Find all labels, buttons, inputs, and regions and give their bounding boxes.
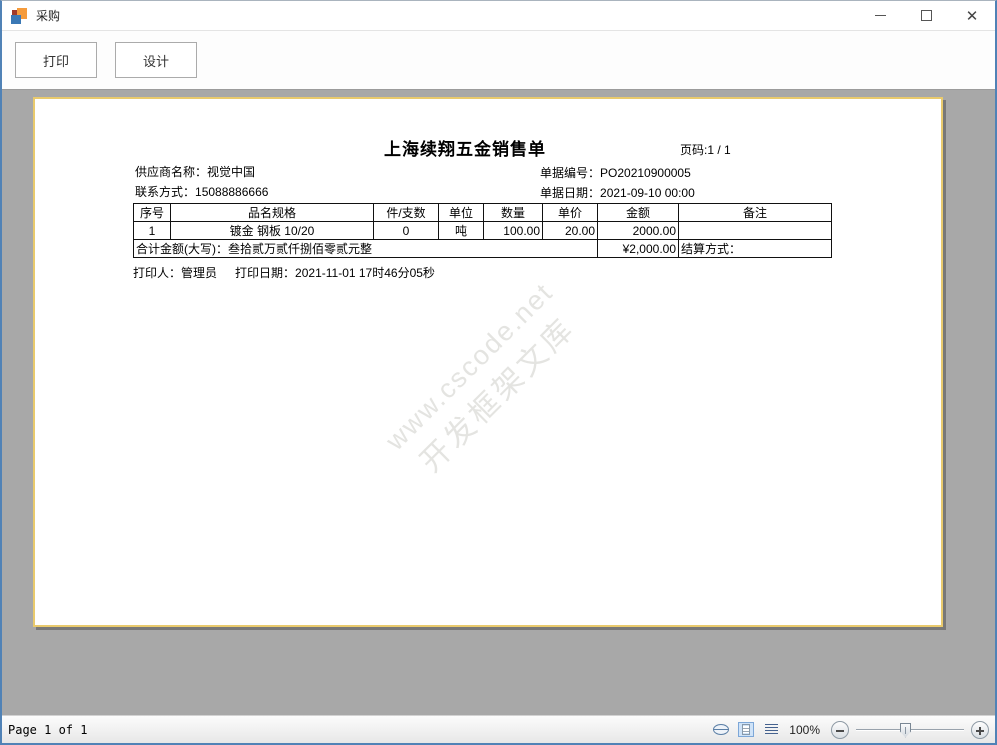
document-content: www.cscode.net 开发框架文库 上海续翔五金销售单 页码:1 / 1… — [35, 99, 941, 625]
supplier-field: 供应商名称：视觉中国 — [135, 163, 255, 180]
print-by-value: 管理员 — [181, 266, 217, 280]
toolbar: 打印 设计 — [2, 31, 995, 90]
window-title: 采购 — [36, 7, 60, 24]
continuous-view-icon — [765, 724, 778, 736]
print-preview-area: www.cscode.net 开发框架文库 上海续翔五金销售单 页码:1 / 1… — [2, 90, 995, 715]
app-logo-icon — [11, 8, 28, 24]
cell-product: 镀金 钢板 10/20 — [171, 222, 374, 240]
items-table: 序号 品名规格 件/支数 单位 数量 单价 金额 备注 1 镀金 钢板 10/2… — [133, 203, 832, 258]
supplier-label: 供应商名称： — [135, 165, 207, 179]
multipage-view-button[interactable] — [712, 722, 730, 738]
doc-date-value: 2021-09-10 00:00 — [600, 186, 695, 200]
table-row: 1 镀金 钢板 10/20 0 吨 100.00 20.00 2000.00 — [134, 222, 832, 240]
print-date-value: 2021-11-01 17时46分05秒 — [295, 266, 435, 280]
col-header-unit: 单位 — [439, 204, 484, 222]
single-page-view-icon — [738, 722, 754, 737]
statusbar-controls: 100% — [712, 721, 991, 739]
cell-seq: 1 — [134, 222, 171, 240]
footer-settlement: 结算方式： — [679, 240, 832, 258]
col-header-pieces: 件/支数 — [374, 204, 439, 222]
col-header-qty: 数量 — [484, 204, 543, 222]
plus-icon-v — [979, 727, 981, 735]
single-page-view-button[interactable] — [737, 722, 755, 738]
cell-price: 20.00 — [543, 222, 598, 240]
table-header-row: 序号 品名规格 件/支数 单位 数量 单价 金额 备注 — [134, 204, 832, 222]
col-header-remark: 备注 — [679, 204, 832, 222]
print-by-label: 打印人： — [133, 266, 181, 280]
footer-total-caps: 合计金额(大写)：叁拾贰万贰仟捌佰零贰元整 — [134, 240, 598, 258]
page-glyph — [742, 724, 750, 735]
col-header-seq: 序号 — [134, 204, 171, 222]
continuous-view-button[interactable] — [762, 722, 780, 738]
app-window: 采购 ✕ 打印 设计 www.cscode.net 开发框架文库 上海续翔五金销… — [0, 0, 997, 745]
zoom-slider-thumb[interactable] — [900, 723, 911, 738]
design-button[interactable]: 设计 — [115, 42, 197, 78]
supplier-value: 视觉中国 — [207, 165, 255, 179]
print-button[interactable]: 打印 — [15, 42, 97, 78]
footer-total-amount: ¥2,000.00 — [598, 240, 679, 258]
print-date-label: 打印日期： — [235, 266, 295, 280]
doc-no-value: PO20210900005 — [600, 166, 691, 180]
titlebar: 采购 ✕ — [2, 1, 995, 31]
close-button[interactable]: ✕ — [949, 1, 995, 30]
col-header-product: 品名规格 — [171, 204, 374, 222]
contact-field: 联系方式：15088886666 — [135, 183, 268, 200]
maximize-icon — [921, 10, 932, 21]
page-number-label: 页码:1 / 1 — [680, 141, 731, 158]
page-info-label: Page 1 of 1 — [6, 723, 87, 737]
col-header-amount: 金额 — [598, 204, 679, 222]
document-page: www.cscode.net 开发框架文库 上海续翔五金销售单 页码:1 / 1… — [33, 97, 943, 627]
contact-value: 15088886666 — [195, 185, 268, 199]
col-header-price: 单价 — [543, 204, 598, 222]
doc-date-field: 单据日期：2021-09-10 00:00 — [540, 184, 695, 201]
zoom-in-button[interactable] — [971, 721, 989, 739]
multipage-view-icon — [713, 724, 729, 735]
cell-unit: 吨 — [439, 222, 484, 240]
minus-icon — [836, 730, 844, 732]
minimize-icon — [875, 15, 886, 16]
cell-qty: 100.00 — [484, 222, 543, 240]
doc-date-label: 单据日期： — [540, 186, 600, 200]
print-info-line: 打印人：管理员 打印日期：2021-11-01 17时46分05秒 — [133, 264, 435, 281]
zoom-slider[interactable] — [856, 721, 964, 739]
contact-label: 联系方式： — [135, 185, 195, 199]
table-footer-row: 合计金额(大写)：叁拾贰万贰仟捌佰零贰元整 ¥2,000.00 结算方式： — [134, 240, 832, 258]
maximize-button[interactable] — [903, 1, 949, 30]
zoom-level-label: 100% — [789, 723, 820, 737]
minimize-button[interactable] — [857, 1, 903, 30]
statusbar: Page 1 of 1 100% — [2, 715, 995, 743]
cell-amount: 2000.00 — [598, 222, 679, 240]
cell-remark — [679, 222, 832, 240]
zoom-out-button[interactable] — [831, 721, 849, 739]
doc-no-field: 单据编号：PO20210900005 — [540, 164, 691, 181]
logo-blue-square — [11, 15, 21, 24]
doc-no-label: 单据编号： — [540, 166, 600, 180]
watermark-line2: 开发框架文库 — [363, 260, 635, 532]
cell-pieces: 0 — [374, 222, 439, 240]
